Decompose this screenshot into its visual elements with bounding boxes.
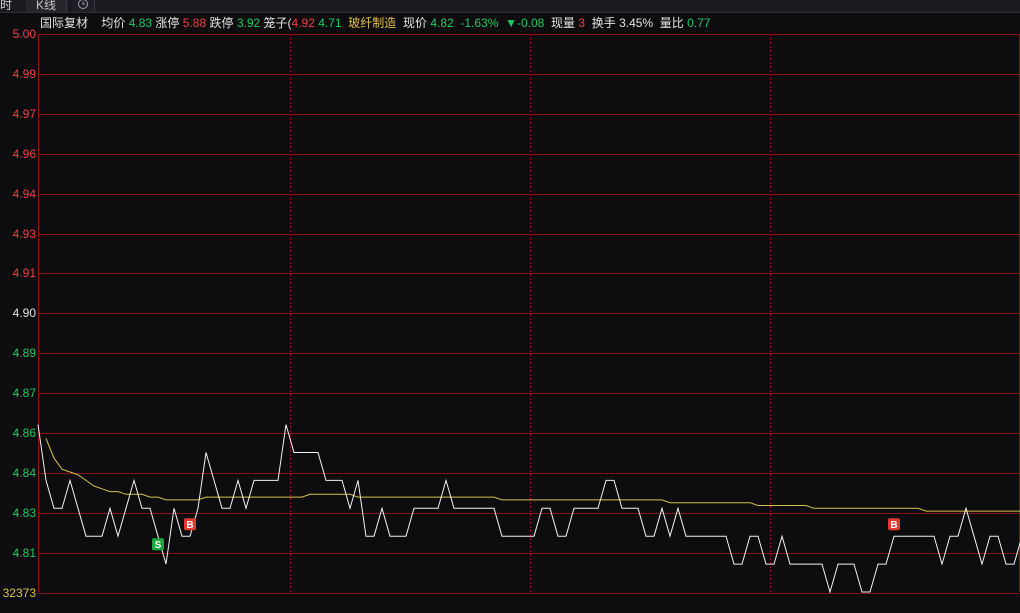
svg-text:S: S <box>155 540 162 551</box>
buy-marker[interactable]: B <box>888 518 900 531</box>
svg-text:B: B <box>890 520 897 531</box>
svg-text:B: B <box>186 520 193 531</box>
buy-marker[interactable]: B <box>184 518 196 531</box>
sell-marker[interactable]: S <box>152 538 164 551</box>
avg-price-line <box>45 438 1020 512</box>
intraday-chart[interactable]: S B B <box>0 0 1020 613</box>
